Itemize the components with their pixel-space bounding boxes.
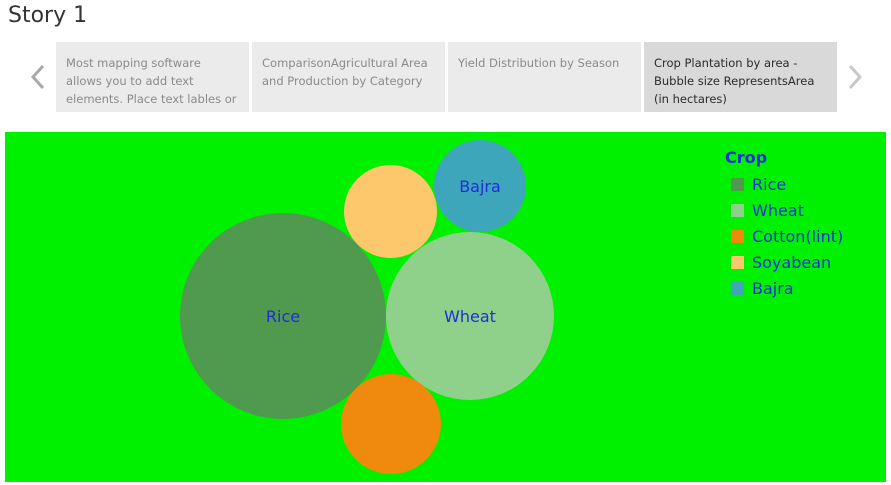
story-point-4[interactable]: Crop Plantation by area - Bubble size Re…: [644, 42, 837, 112]
legend-item-bajra[interactable]: Bajra: [731, 275, 843, 301]
legend-title: Crop: [725, 148, 768, 167]
legend-label-cotton: Cotton(lint): [752, 226, 844, 246]
legend-item-soyabean[interactable]: Soyabean: [731, 249, 843, 275]
story-point-1[interactable]: Most mapping software allows you to add …: [56, 42, 249, 112]
bubble-label-bajra: Bajra: [459, 176, 501, 196]
story-point-2[interactable]: ComparisonAgricultural Area and Producti…: [252, 42, 445, 112]
bubble-wheat[interactable]: Wheat: [386, 232, 554, 400]
legend-swatch-cotton: [731, 229, 744, 243]
legend-label-soyabean: Soyabean: [752, 252, 832, 272]
bubble-label-rice: Rice: [265, 306, 301, 326]
legend-swatch-rice: [731, 177, 744, 191]
bubble-bajra[interactable]: Bajra: [434, 140, 526, 232]
story-title: Story 1: [8, 3, 88, 28]
chevron-right-icon[interactable]: [845, 62, 865, 92]
legend-item-cotton[interactable]: Cotton(lint): [731, 223, 843, 249]
legend-swatch-wheat: [731, 203, 744, 217]
legend-label-rice: Rice: [752, 174, 787, 194]
chevron-left-icon[interactable]: [28, 62, 48, 92]
bubble-label-wheat: Wheat: [444, 306, 496, 326]
bubble-soyabean[interactable]: [344, 165, 437, 258]
story-point-3[interactable]: Yield Distribution by Season: [448, 42, 641, 112]
legend-label-wheat: Wheat: [752, 200, 804, 220]
legend-label-bajra: Bajra: [752, 278, 794, 298]
legend-item-wheat[interactable]: Wheat: [731, 197, 843, 223]
legend-swatch-bajra: [731, 281, 744, 295]
legend-item-rice[interactable]: Rice: [731, 171, 843, 197]
bubble-cotton[interactable]: [341, 374, 441, 474]
chart-legend: Crop Rice Wheat Cotton(lint) Soyabean Ba…: [725, 148, 843, 301]
legend-swatch-soyabean: [731, 255, 744, 269]
